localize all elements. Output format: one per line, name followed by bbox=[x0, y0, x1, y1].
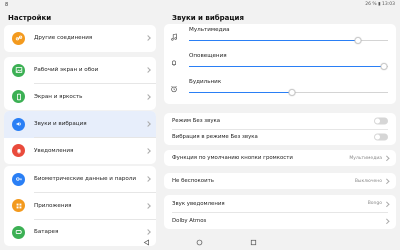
alarm-icon bbox=[171, 85, 177, 93]
sidebar-group-1: Другие соединения bbox=[4, 25, 156, 52]
notification-sound-row[interactable]: Звук уведомления Bongo bbox=[164, 195, 396, 212]
sounds-panel: Звуки и вибрация Мультимедиа Оповещения … bbox=[160, 10, 400, 235]
row-value: Выключено bbox=[354, 178, 382, 184]
sidebar-item-label: Биометрические данные и пароли bbox=[34, 176, 136, 183]
slider-thumb[interactable] bbox=[288, 89, 296, 96]
sidebar-item-biometrics[interactable]: Биометрические данные и пароли bbox=[4, 166, 156, 193]
volume-alarm: Будильник bbox=[164, 76, 396, 102]
sidebar-group-3: Звуки и вибрация Уведомления bbox=[4, 111, 156, 164]
dnd-card: Не беспокоить Выключено bbox=[164, 173, 396, 189]
image-icon bbox=[12, 63, 25, 77]
bell-icon bbox=[12, 144, 25, 158]
vibrate-silent-row[interactable]: Вибрация в режиме Без звука bbox=[164, 129, 396, 145]
recents-icon[interactable] bbox=[250, 239, 257, 246]
volume-button-card: Функция по умолчанию кнопки громкости Му… bbox=[164, 150, 396, 166]
sound-card: Звук уведомления Bongo Dolby Atmos bbox=[164, 195, 396, 229]
home-icon[interactable] bbox=[196, 239, 203, 246]
chevron-right-icon bbox=[383, 201, 389, 206]
sidebar-item-label: Экран и яркость bbox=[34, 93, 83, 100]
dolby-atmos-row[interactable]: Dolby Atmos bbox=[164, 212, 396, 229]
page-title: Настройки bbox=[8, 14, 52, 22]
music-note-icon bbox=[171, 33, 177, 41]
dnd-row[interactable]: Не беспокоить Выключено bbox=[164, 173, 396, 189]
volume-slider[interactable] bbox=[189, 63, 388, 70]
row-value: Bongo bbox=[367, 201, 382, 206]
volume-label: Оповещения bbox=[189, 53, 227, 59]
volume-button-row[interactable]: Функция по умолчанию кнопки громкости Му… bbox=[164, 150, 396, 166]
row-label: Вибрация в режиме Без звука bbox=[172, 134, 258, 140]
section-title: Звуки и вибрация bbox=[172, 14, 244, 22]
row-label: Режим Без звука bbox=[172, 118, 221, 124]
row-label: Dolby Atmos bbox=[172, 217, 207, 224]
settings-sidebar: Настройки Другие соединения Рабочий экра… bbox=[0, 10, 160, 246]
sidebar-item-display[interactable]: Экран и яркость bbox=[4, 84, 156, 111]
status-left: 8 bbox=[5, 2, 9, 8]
volume-multimedia: Мультимедиа bbox=[164, 24, 396, 50]
row-label: Не беспокоить bbox=[172, 178, 214, 184]
apps-icon bbox=[12, 199, 25, 213]
speaker-icon bbox=[12, 117, 25, 131]
row-value: Мультимедиа bbox=[349, 155, 382, 161]
sidebar-item-label: Другие соединения bbox=[34, 35, 93, 42]
slider-thumb[interactable] bbox=[380, 63, 388, 70]
sidebar-item-label: Приложения bbox=[34, 202, 72, 209]
status-right: 26 % ▮ 13:03 bbox=[365, 2, 395, 7]
vibrate-silent-toggle[interactable] bbox=[374, 133, 388, 141]
row-label: Звук уведомления bbox=[172, 200, 225, 207]
volume-card: Мультимедиа Оповещения Будильник bbox=[164, 24, 396, 104]
sidebar-item-label: Звуки и вибрация bbox=[34, 121, 87, 128]
volume-slider[interactable] bbox=[189, 89, 388, 96]
phone-screen-icon bbox=[12, 90, 25, 104]
sidebar-item-label: Уведомления bbox=[34, 147, 74, 154]
silent-mode-row[interactable]: Режим Без звука bbox=[164, 113, 396, 129]
volume-label: Будильник bbox=[189, 79, 222, 85]
chevron-right-icon bbox=[383, 218, 389, 223]
back-icon[interactable] bbox=[143, 239, 150, 246]
row-label: Функция по умолчанию кнопки громкости bbox=[172, 155, 293, 161]
sidebar-item-home-screen[interactable]: Рабочий экран и обои bbox=[4, 57, 156, 84]
silent-mode-toggle[interactable] bbox=[374, 117, 388, 125]
silent-card: Режим Без звука Вибрация в режиме Без зв… bbox=[164, 113, 396, 145]
volume-label: Мультимедиа bbox=[189, 27, 230, 33]
chevron-right-icon bbox=[383, 178, 389, 184]
chevron-right-icon bbox=[383, 155, 389, 161]
link-icon bbox=[12, 31, 25, 45]
sidebar-item-label: Рабочий экран и обои bbox=[34, 67, 99, 74]
volume-slider[interactable] bbox=[189, 37, 388, 44]
bell-outline-icon bbox=[172, 60, 176, 66]
status-bar: 8 26 % ▮ 13:03 bbox=[0, 0, 400, 10]
navigation-bar bbox=[0, 235, 400, 250]
sidebar-item-sounds[interactable]: Звуки и вибрация bbox=[4, 111, 156, 138]
volume-notifications: Оповещения bbox=[164, 50, 396, 76]
key-icon bbox=[12, 172, 25, 186]
sidebar-group-2: Рабочий экран и обои Экран и яркость bbox=[4, 57, 156, 110]
slider-thumb[interactable] bbox=[354, 37, 362, 44]
sidebar-item-apps[interactable]: Приложения bbox=[4, 193, 156, 219]
sidebar-group-4: Биометрические данные и пароли Приложени… bbox=[4, 166, 156, 246]
sidebar-item-other-connections[interactable]: Другие соединения bbox=[4, 25, 156, 52]
sidebar-item-notifications[interactable]: Уведомления bbox=[4, 138, 156, 165]
